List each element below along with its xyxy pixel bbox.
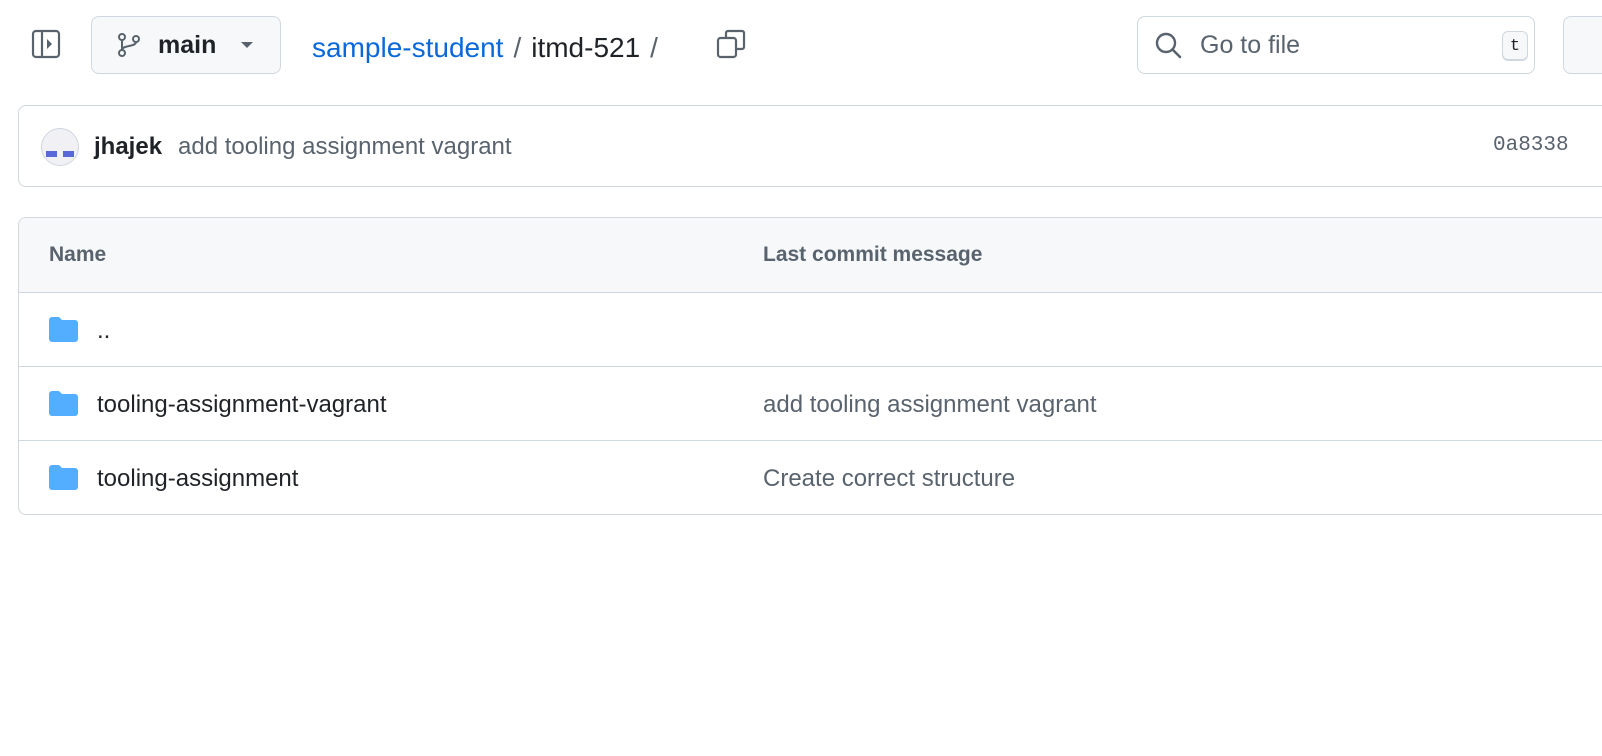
- go-to-file-input[interactable]: [1198, 29, 1492, 61]
- folder-icon: [49, 465, 78, 490]
- sidebar-expand-button[interactable]: [24, 26, 68, 66]
- table-row[interactable]: tooling-assignment Create correct struct…: [19, 441, 1602, 514]
- go-to-file-search[interactable]: t: [1137, 16, 1535, 74]
- breadcrumb: sample-student / itmd-521 /: [312, 28, 668, 68]
- avatar-pattern: [46, 151, 57, 157]
- commit-hash-link[interactable]: 0a8338: [1493, 134, 1569, 157]
- file-table: Name Last commit message .. tooling-assi…: [18, 217, 1602, 515]
- folder-icon: [49, 391, 78, 416]
- table-row-parent-directory[interactable]: ..: [19, 293, 1602, 367]
- breadcrumb-trailing-separator: /: [650, 32, 658, 63]
- git-branch-icon: [116, 32, 142, 58]
- branch-select-button[interactable]: main: [91, 16, 281, 74]
- copy-path-button[interactable]: [712, 26, 750, 66]
- column-header-name: Name: [49, 243, 107, 266]
- search-icon: [1154, 31, 1182, 59]
- file-name-link[interactable]: tooling-assignment-vagrant: [97, 391, 387, 419]
- keyboard-shortcut-hint: t: [1502, 31, 1528, 61]
- file-name-link[interactable]: tooling-assignment: [97, 465, 298, 493]
- latest-commit-box: jhajek add tooling assignment vagrant 0a…: [18, 105, 1602, 187]
- commit-message-link[interactable]: add tooling assignment vagrant: [178, 133, 512, 161]
- avatar-pattern: [63, 151, 74, 157]
- file-commit-message[interactable]: add tooling assignment vagrant: [763, 391, 1097, 419]
- breadcrumb-current-directory: itmd-521: [531, 32, 641, 63]
- avatar[interactable]: [41, 128, 79, 166]
- file-commit-message[interactable]: Create correct structure: [763, 465, 1015, 493]
- table-header: Name Last commit message: [19, 218, 1602, 293]
- sidebar-expand-icon: [30, 28, 62, 65]
- table-row[interactable]: tooling-assignment-vagrant add tooling a…: [19, 367, 1602, 441]
- breadcrumb-repo-link[interactable]: sample-student: [312, 32, 503, 64]
- repo-directory-page: main sample-student / itmd-521 / t: [0, 0, 1602, 756]
- column-header-last-commit-message: Last commit message: [763, 243, 983, 266]
- file-name-link[interactable]: ..: [97, 317, 110, 345]
- add-file-button[interactable]: [1563, 16, 1602, 74]
- breadcrumb-separator: /: [513, 32, 522, 63]
- branch-name: main: [158, 30, 217, 59]
- commit-author-link[interactable]: jhajek: [94, 133, 162, 161]
- folder-icon: [49, 317, 78, 342]
- copy-icon: [715, 28, 747, 65]
- caret-down-icon: [238, 36, 256, 54]
